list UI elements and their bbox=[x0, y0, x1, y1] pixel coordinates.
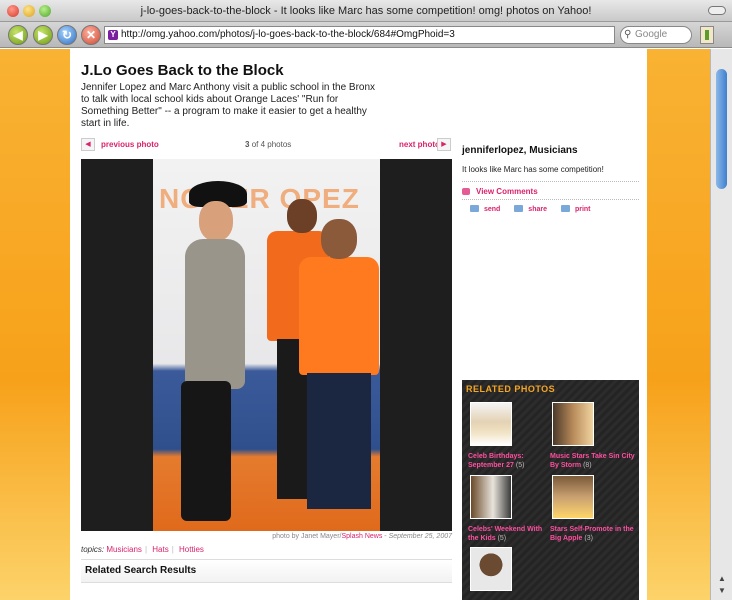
photo-counter: 3 of 4 photos bbox=[245, 140, 292, 149]
previous-arrow-icon[interactable]: ◀ bbox=[81, 138, 95, 151]
yahoo-favicon-icon: Y bbox=[108, 30, 118, 40]
related-photos-title: RELATED PHOTOS bbox=[466, 384, 556, 394]
related-thumbnail[interactable] bbox=[552, 475, 594, 519]
related-photo-link[interactable]: Stars Self-Promote in the Big Apple (3) bbox=[550, 525, 636, 543]
page-title: J.Lo Goes Back to the Block bbox=[81, 62, 284, 79]
related-photos-panel: RELATED PHOTOS Celeb Birthdays: Septembe… bbox=[462, 380, 639, 600]
photo-figure-woman bbox=[171, 181, 251, 521]
related-thumbnail[interactable] bbox=[470, 402, 512, 446]
address-text: http://omg.yahoo.com/photos/j-lo-goes-ba… bbox=[121, 29, 455, 40]
search-icon: ⚲ bbox=[624, 29, 632, 40]
photo-credit: photo by Janet Mayer/Splash News - Septe… bbox=[272, 533, 452, 540]
search-input[interactable]: ⚲ Google bbox=[620, 26, 692, 44]
main-photo[interactable]: NG FER OPEZ bbox=[153, 159, 380, 531]
back-button[interactable]: ◀ bbox=[8, 25, 28, 45]
topic-link-musicians[interactable]: Musicians bbox=[106, 545, 142, 554]
address-bar[interactable]: Y http://omg.yahoo.com/photos/j-lo-goes-… bbox=[104, 26, 615, 44]
print-link[interactable]: print bbox=[560, 205, 591, 213]
forward-button[interactable]: ▶ bbox=[33, 25, 53, 45]
envelope-icon bbox=[470, 205, 479, 212]
bookmark-icon[interactable] bbox=[700, 26, 714, 44]
article-summary: Jennifer Lopez and Marc Anthony visit a … bbox=[81, 82, 376, 129]
browser-toolbar: ◀ ▶ ↻ ✕ Y http://omg.yahoo.com/photos/j-… bbox=[0, 22, 732, 48]
photo-caption: It looks like Marc has some competition! bbox=[462, 165, 604, 174]
splash-news-link[interactable]: Splash News bbox=[341, 533, 382, 540]
photo-figure-boy-front bbox=[293, 219, 380, 519]
previous-photo-link[interactable]: previous photo bbox=[101, 140, 159, 149]
topic-link-hats[interactable]: Hats bbox=[152, 545, 168, 554]
toolbar-toggle-icon[interactable] bbox=[708, 6, 726, 15]
sidebar-title: jenniferlopez, Musicians bbox=[462, 145, 578, 156]
related-thumbnail[interactable] bbox=[470, 475, 512, 519]
search-placeholder: Google bbox=[635, 29, 668, 40]
divider bbox=[462, 181, 639, 182]
close-window-icon[interactable] bbox=[7, 5, 19, 17]
zoom-window-icon[interactable] bbox=[39, 5, 51, 17]
related-photo-link[interactable]: Music Stars Take Sin City By Storm (8) bbox=[550, 452, 636, 470]
next-arrow-icon[interactable]: ▶ bbox=[437, 138, 451, 151]
photo-actions: send share print bbox=[470, 205, 603, 213]
scroll-thumb[interactable] bbox=[716, 69, 727, 189]
comment-icon bbox=[462, 188, 470, 195]
printer-icon bbox=[560, 205, 570, 212]
related-thumbnail[interactable] bbox=[552, 402, 594, 446]
window-titlebar: j-lo-goes-back-to-the-block - It looks l… bbox=[0, 0, 732, 22]
share-icon bbox=[514, 205, 524, 212]
minimize-window-icon[interactable] bbox=[23, 5, 35, 17]
related-photo-link[interactable]: Celeb Birthdays: September 27 (5) bbox=[468, 452, 554, 470]
divider bbox=[462, 199, 639, 200]
related-photo-link[interactable]: Celebs' Weekend With the Kids (5) bbox=[468, 525, 554, 543]
send-link[interactable]: send bbox=[470, 205, 500, 213]
related-thumbnail[interactable] bbox=[470, 547, 512, 591]
page-content: J.Lo Goes Back to the Block Jennifer Lop… bbox=[70, 49, 647, 600]
topics-list: topics: Musicians | Hats | Hotties bbox=[81, 545, 204, 554]
window-title: j-lo-goes-back-to-the-block - It looks l… bbox=[140, 5, 592, 17]
scroll-down-arrow-icon[interactable]: ▼ bbox=[718, 586, 726, 595]
view-comments-link[interactable]: View Comments bbox=[462, 187, 538, 196]
photo-frame: NG FER OPEZ bbox=[81, 159, 452, 531]
photo-navigation: ◀ previous photo 3 of 4 photos next phot… bbox=[81, 138, 452, 152]
share-link[interactable]: share bbox=[514, 205, 547, 213]
scroll-up-arrow-icon[interactable]: ▲ bbox=[718, 574, 726, 583]
topic-link-hotties[interactable]: Hotties bbox=[179, 545, 204, 554]
stop-button[interactable]: ✕ bbox=[81, 25, 101, 45]
next-photo-link[interactable]: next photo bbox=[399, 140, 440, 149]
related-search-header: Related Search Results bbox=[81, 559, 452, 583]
vertical-scrollbar[interactable]: ▲ ▼ bbox=[710, 49, 732, 600]
reload-button[interactable]: ↻ bbox=[57, 25, 77, 45]
